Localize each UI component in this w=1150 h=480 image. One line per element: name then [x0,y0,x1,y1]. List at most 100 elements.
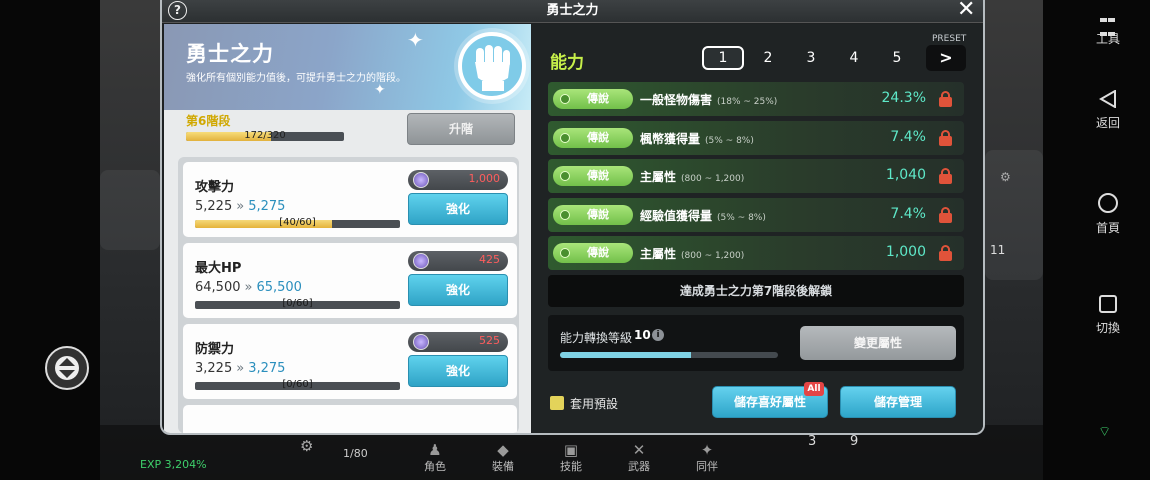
menu-skill[interactable]: ▣ 技能 [546,442,596,474]
cost-box: 425 [408,251,508,271]
stat-progress-text: [0/60] [282,298,313,309]
stat-next: 5,275 [248,199,286,214]
ability-name-text: 一般怪物傷害 [640,93,713,107]
unlock-requirement: 達成勇士之力第7階段後解鎖 [548,275,964,307]
stat-list[interactable]: 攻擊力 5,225 » 5,275 1,000 強化 [40/60] 最大HP 64… [178,157,519,433]
grade-dot-icon [560,133,570,143]
ability-row[interactable]: 傳說 一般怪物傷害 (18% ~ 25%) 24.3% [548,82,964,116]
info-icon[interactable]: i [652,329,664,341]
quick-slot-3: 3 [808,434,817,449]
grade-badge: 傳說 [553,166,633,186]
lock-icon[interactable] [939,207,952,223]
weapon-icon: ✕ [632,441,646,459]
floating-joystick[interactable] [45,346,89,390]
stat-current: 5,225 [195,199,233,214]
gem-icon [413,172,429,188]
ability-range: (18% ~ 25%) [717,97,778,107]
stat-card-partial [183,405,517,433]
lock-icon[interactable] [939,130,952,146]
stat-name: 最大HP [195,261,242,276]
cost-value: 1,000 [468,172,501,185]
back-icon [1099,90,1116,108]
nav-home[interactable]: 首頁 [1078,193,1138,236]
ability-name: 一般怪物傷害 (18% ~ 25%) [640,91,777,108]
lock-icon[interactable] [939,168,952,184]
ability-name-text: 楓幣獲得量 [640,132,701,146]
stage-progress-text: 172/320 [244,130,286,141]
ability-row[interactable]: 傳說 主屬性 (800 ~ 1,200) 1,040 [548,159,964,193]
ability-name: 主屬性 (800 ~ 1,200) [640,245,744,262]
ability-row[interactable]: 傳說 經驗值獲得量 (5% ~ 8%) 7.4% [548,198,964,232]
grade-dot-icon [560,210,570,220]
ability-row[interactable]: 傳說 主屬性 (800 ~ 1,200) 1,000 [548,236,964,270]
bg-gear-icon[interactable]: ⚙ [1000,170,1011,184]
modal-title: 勇士之力 [546,3,599,18]
ability-name: 楓幣獲得量 (5% ~ 8%) [640,130,754,147]
menu-companion[interactable]: ✦ 同伴 [682,442,732,474]
save-manage-button[interactable]: 儲存管理 [840,386,956,418]
grade-badge: 傳說 [553,89,633,109]
page-count: 1/80 [343,447,368,460]
stat-current: 64,500 [195,280,241,295]
stat-progress-text: [40/60] [279,217,316,228]
grade-label: 傳說 [587,246,609,259]
lock-icon[interactable] [939,91,952,107]
enhance-button[interactable]: 強化 [408,355,508,387]
ability-value: 1,040 [885,167,926,183]
ability-row[interactable]: 傳說 楓幣獲得量 (5% ~ 8%) 7.4% [548,121,964,155]
preset-tab-5[interactable]: 5 [876,46,918,70]
nav-switch[interactable]: 切換 [1078,295,1138,336]
stat-name: 防禦力 [195,342,235,357]
bg-side-panel [985,150,1043,280]
settings-icon[interactable]: ⚙ [300,437,313,455]
menu-weapon[interactable]: ✕ 武器 [614,442,664,474]
help-icon[interactable]: ? [168,1,187,20]
convert-progress-bar [560,352,778,358]
nav-back[interactable]: 返回 [1078,90,1138,131]
grade-dot-icon [560,248,570,258]
upgrade-stage-button[interactable]: 升階 [407,113,515,145]
grade-dot-icon [560,94,570,104]
close-icon[interactable]: ✕ [957,0,975,22]
menu-character[interactable]: ♟ 角色 [410,442,460,474]
change-attribute-button[interactable]: 變更屬性 [800,326,956,360]
preset-tab-3[interactable]: 3 [790,46,832,70]
chevron-right-icon[interactable]: > [926,45,966,71]
left-letterbox [0,0,100,480]
ability-name: 主屬性 (800 ~ 1,200) [640,168,744,185]
grade-badge: 傳說 [553,205,633,225]
preset-tab-2[interactable]: 2 [747,46,789,70]
enhance-button[interactable]: 強化 [408,274,508,306]
nav-tools[interactable]: 工具 [1078,12,1138,47]
enhance-button[interactable]: 強化 [408,193,508,225]
grade-dot-icon [560,171,570,181]
use-preset-checkbox[interactable] [550,396,564,410]
double-chevron-icon: » [244,280,253,295]
stat-next: 3,275 [248,361,286,376]
bg-count-11: 11 [990,243,1006,257]
stat-next: 65,500 [256,280,302,295]
nav-tools-label: 工具 [1095,32,1120,46]
ability-range: (5% ~ 8%) [705,136,754,146]
stat-name: 攻擊力 [195,180,235,195]
grade-badge: 傳說 [553,128,633,148]
menu-equipment[interactable]: ◆ 裝備 [478,442,528,474]
preset-tab-1[interactable]: 1 [702,46,744,70]
quick-slot-9: 9 [850,434,859,449]
ability-panel: 能力 PRESET 1 2 3 4 5 > 傳說 一般怪物傷害 (18% ~ 25… [532,24,983,433]
stat-card-max-hp: 最大HP 64,500» 65,500 425 強化 [0/60] [183,243,517,318]
right-letterbox [1043,0,1150,480]
home-icon [1098,193,1118,213]
grade-label: 傳說 [587,169,609,182]
stage-label: 第6階段 [186,114,231,128]
preset-tab-4[interactable]: 4 [833,46,875,70]
lock-icon[interactable] [939,245,952,261]
menu-character-label: 角色 [424,460,446,473]
convert-progress-fill [560,352,691,358]
arrow-up-icon [59,358,75,366]
fist-emblem-icon [454,28,530,104]
ability-range: (800 ~ 1,200) [681,174,745,184]
grade-badge: 傳說 [553,243,633,263]
character-icon: ♟ [428,441,442,459]
cost-box: 1,000 [408,170,508,190]
